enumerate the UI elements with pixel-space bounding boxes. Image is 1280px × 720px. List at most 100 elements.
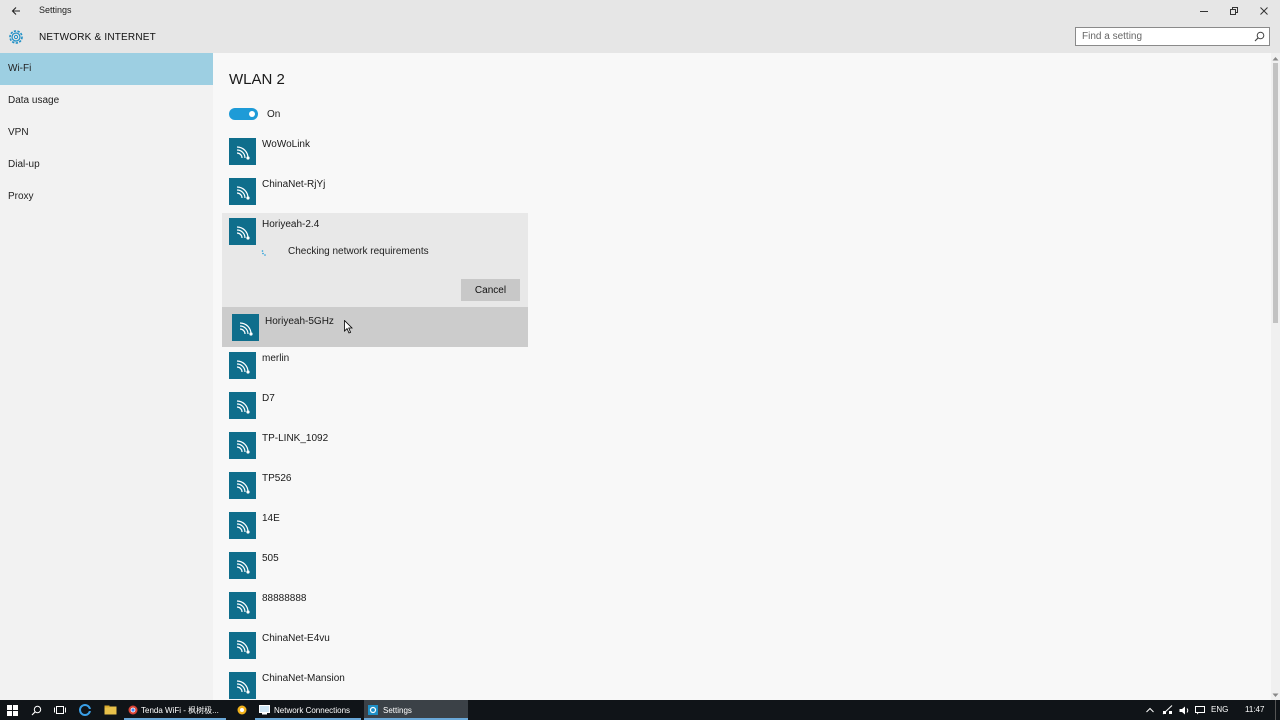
taskbar-app-icon[interactable] bbox=[230, 700, 254, 720]
show-hidden-icons-button[interactable] bbox=[1142, 700, 1158, 720]
taskbar-app-label: Settings bbox=[383, 705, 412, 715]
network-item[interactable]: WoWoLink bbox=[222, 133, 528, 173]
connection-status: Checking network requirements bbox=[288, 246, 429, 257]
network-tray-button[interactable] bbox=[1158, 700, 1176, 720]
network-name: Horiyeah-5GHz bbox=[265, 316, 334, 327]
back-arrow-icon bbox=[11, 6, 20, 15]
search-icon bbox=[31, 705, 41, 715]
restore-icon bbox=[1230, 6, 1238, 15]
sidebar-item-proxy[interactable]: Proxy bbox=[0, 181, 213, 213]
sidebar-item-wifi[interactable]: Wi-Fi bbox=[0, 53, 213, 85]
network-item[interactable]: 88888888 bbox=[222, 587, 528, 627]
network-item[interactable]: 14E bbox=[222, 507, 528, 547]
wifi-icon bbox=[229, 512, 256, 539]
wifi-icon bbox=[229, 632, 256, 659]
chevron-up-icon bbox=[1146, 707, 1154, 713]
network-connections-icon bbox=[259, 705, 270, 715]
edge-browser-button[interactable] bbox=[73, 700, 97, 720]
network-name: 88888888 bbox=[262, 593, 307, 604]
search-input[interactable] bbox=[1082, 31, 1252, 42]
close-button[interactable] bbox=[1248, 0, 1280, 21]
page-title: WLAN 2 bbox=[229, 71, 285, 88]
network-name: TP526 bbox=[262, 473, 292, 484]
toggle-label: On bbox=[267, 109, 281, 120]
sidebar-item-dial-up[interactable]: Dial-up bbox=[0, 149, 213, 181]
search-box[interactable] bbox=[1075, 27, 1270, 46]
loading-spinner-icon bbox=[261, 250, 266, 256]
scrollbar-thumb[interactable] bbox=[1273, 63, 1278, 323]
network-item[interactable]: TP526 bbox=[222, 467, 528, 507]
search-icon[interactable] bbox=[1254, 31, 1265, 42]
network-name: ChinaNet-E4vu bbox=[262, 633, 330, 644]
title-bar: Settings bbox=[0, 0, 1280, 21]
taskbar-app-label: Tenda WiFi - 枫树极... bbox=[141, 705, 219, 715]
mouse-cursor-icon bbox=[344, 320, 353, 334]
app-title: Settings bbox=[39, 5, 72, 15]
network-name: ChinaNet-RjYj bbox=[262, 179, 326, 190]
network-name: WoWoLink bbox=[262, 139, 310, 150]
settings-header: NETWORK & INTERNET bbox=[0, 21, 1280, 53]
taskbar: Tenda WiFi - 枫树极... Network Connections … bbox=[0, 700, 1280, 720]
clock-time[interactable]: 11:47 bbox=[1245, 705, 1264, 714]
taskbar-app-label: Network Connections bbox=[274, 705, 351, 715]
show-desktop-button[interactable] bbox=[1275, 700, 1276, 720]
minimize-icon bbox=[1200, 10, 1208, 12]
network-name: merlin bbox=[262, 353, 290, 364]
sidebar-item-data-usage[interactable]: Data usage bbox=[0, 85, 213, 117]
settings-gear-icon bbox=[368, 705, 378, 715]
section-title: NETWORK & INTERNET bbox=[39, 32, 156, 43]
minimize-button[interactable] bbox=[1188, 0, 1220, 21]
taskbar-app-tenda[interactable]: Tenda WiFi - 枫树极... bbox=[124, 700, 226, 720]
scroll-up-icon[interactable] bbox=[1271, 54, 1280, 62]
network-item[interactable]: ChinaNet-RjYj bbox=[222, 173, 528, 213]
network-name: Horiyeah-2.4 bbox=[262, 219, 320, 230]
vertical-scrollbar[interactable] bbox=[1271, 53, 1280, 700]
network-item-connecting[interactable]: Horiyeah-2.4 Checking network requiremen… bbox=[222, 213, 528, 307]
network-item[interactable]: ChinaNet-E4vu bbox=[222, 627, 528, 667]
network-item[interactable]: 505 bbox=[222, 547, 528, 587]
gear-icon bbox=[9, 30, 23, 44]
close-icon bbox=[1260, 6, 1268, 15]
volume-button[interactable] bbox=[1176, 700, 1192, 720]
task-view-icon bbox=[54, 706, 66, 714]
notifications-button[interactable] bbox=[1192, 700, 1208, 720]
restore-button[interactable] bbox=[1218, 0, 1250, 21]
app-circle-icon bbox=[237, 705, 247, 715]
wifi-icon bbox=[229, 592, 256, 619]
wifi-icon bbox=[229, 552, 256, 579]
sidebar: Wi-Fi Data usage VPN Dial-up Proxy bbox=[0, 53, 213, 700]
input-language[interactable]: ENG bbox=[1211, 705, 1228, 714]
search-taskbar-button[interactable] bbox=[24, 700, 48, 720]
toggle-knob bbox=[249, 111, 255, 117]
network-name: D7 bbox=[262, 393, 275, 404]
network-name: 505 bbox=[262, 553, 279, 564]
action-center-icon bbox=[1195, 705, 1205, 714]
start-button[interactable] bbox=[0, 700, 24, 720]
network-item[interactable]: ChinaNet-Mansion bbox=[222, 667, 528, 700]
wifi-icon bbox=[229, 138, 256, 165]
network-name: ChinaNet-Mansion bbox=[262, 673, 345, 684]
sidebar-item-vpn[interactable]: VPN bbox=[0, 117, 213, 149]
windows-logo-icon bbox=[6, 704, 18, 716]
edge-icon bbox=[79, 704, 91, 716]
wifi-icon bbox=[229, 352, 256, 379]
wifi-icon bbox=[229, 178, 256, 205]
taskbar-app-settings[interactable]: Settings bbox=[364, 700, 468, 720]
network-item[interactable]: Horiyeah-5GHz bbox=[222, 307, 528, 347]
network-item[interactable]: D7 bbox=[222, 387, 528, 427]
file-explorer-button[interactable] bbox=[98, 700, 122, 720]
network-item[interactable]: merlin bbox=[222, 347, 528, 387]
back-button[interactable] bbox=[5, 0, 27, 21]
scroll-down-icon[interactable] bbox=[1271, 691, 1280, 699]
chrome-icon bbox=[128, 705, 138, 715]
cancel-button[interactable]: Cancel bbox=[461, 279, 520, 301]
network-item[interactable]: TP-LINK_1092 bbox=[222, 427, 528, 467]
network-tray-icon bbox=[1162, 705, 1172, 715]
wifi-icon bbox=[229, 392, 256, 419]
main-content: WLAN 2 On WoWoLink ChinaNet-RjYj Horiyea… bbox=[213, 53, 1271, 700]
network-name: TP-LINK_1092 bbox=[262, 433, 329, 444]
taskbar-app-network-connections[interactable]: Network Connections bbox=[255, 700, 361, 720]
wifi-toggle[interactable] bbox=[229, 108, 258, 120]
task-view-button[interactable] bbox=[48, 700, 72, 720]
wifi-icon bbox=[232, 314, 259, 341]
